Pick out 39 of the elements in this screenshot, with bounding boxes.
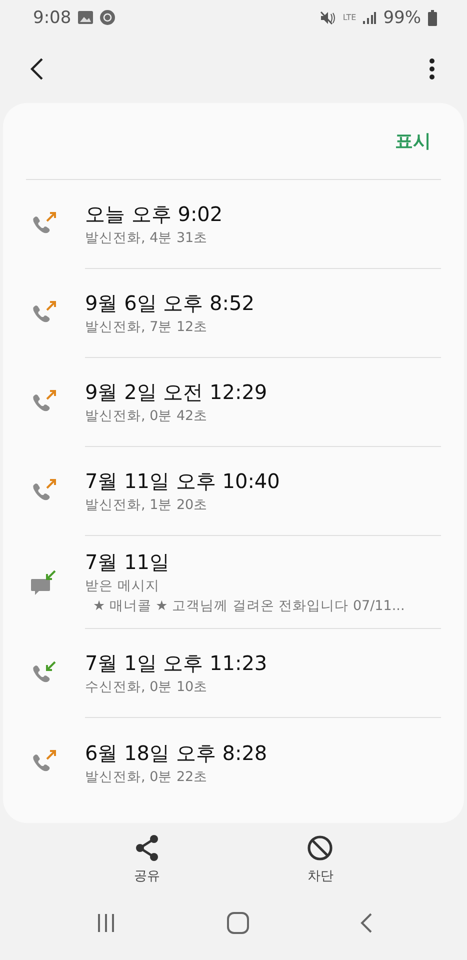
entry-detail: 발신전화, 7분 12초 [85, 318, 209, 337]
message-icon [31, 570, 57, 596]
entry-detail: 발신전화, 4분 31초 [85, 229, 209, 248]
call-log-entry[interactable]: 6월 18일 오후 8:28 발신전화, 0분 22초 [3, 718, 464, 807]
recent-apps-icon[interactable] [96, 913, 116, 933]
call-log-entry[interactable]: 7월 1일 오후 11:23 수신전화, 0분 10초 [3, 629, 464, 718]
share-button[interactable]: 공유 [126, 833, 168, 893]
entry-detail: 발신전화, 1분 20초 [85, 496, 209, 515]
call-log-entry[interactable]: 7월 11일 받은 메시지 ★ 매너콜 ★ 고객님께 걸려온 전화입니다 07/11... [3, 536, 464, 629]
entry-title: 6월 18일 오후 8:28 [85, 740, 268, 766]
battery-percent: 99% [383, 8, 421, 28]
entry-detail: 수신전화, 0분 10초 [85, 678, 209, 697]
block-icon [307, 835, 334, 861]
entry-title: 9월 6일 오후 8:52 [85, 290, 256, 317]
entry-title: 오늘 오후 9:02 [85, 201, 224, 228]
entry-title: 7월 11일 오후 10:40 [85, 468, 281, 495]
signal-icon [363, 12, 376, 24]
network-type: LTE [342, 14, 356, 22]
entry-detail: 발신전화, 0분 22초 [85, 768, 209, 786]
home-icon[interactable] [226, 912, 248, 934]
image-icon [78, 11, 94, 24]
block-button[interactable]: 차단 [299, 833, 342, 893]
entry-title: 9월 2일 오전 12:29 [85, 379, 268, 406]
clock-time: 9:08 [33, 8, 72, 28]
call-log-entry[interactable]: 9월 2일 오전 12:29 발신전화, 0분 42초 [3, 358, 464, 447]
entry-detail: 발신전화, 0분 42초 [85, 407, 209, 426]
battery-icon [428, 10, 437, 26]
app-icon [100, 10, 116, 25]
more-options-icon[interactable] [429, 58, 435, 80]
call-log-entry[interactable]: 7월 11일 오후 10:40 발신전화, 1분 20초 [3, 447, 464, 536]
mute-icon [320, 10, 336, 24]
entry-title: 7월 1일 오후 11:23 [85, 650, 268, 677]
back-icon[interactable] [30, 58, 44, 80]
call-log-entry[interactable]: 9월 6일 오후 8:52 발신전화, 7분 12초 [3, 269, 464, 358]
call-log-entry[interactable]: 오늘 오후 9:02 발신전화, 4분 31초 [3, 180, 464, 269]
share-icon [134, 835, 159, 861]
entry-title: 7월 11일 [85, 549, 171, 576]
entry-detail: 받은 메시지 [85, 577, 160, 596]
message-preview: ★ 매너콜 ★ 고객님께 걸려온 전화입니다 07/11... [92, 597, 406, 616]
